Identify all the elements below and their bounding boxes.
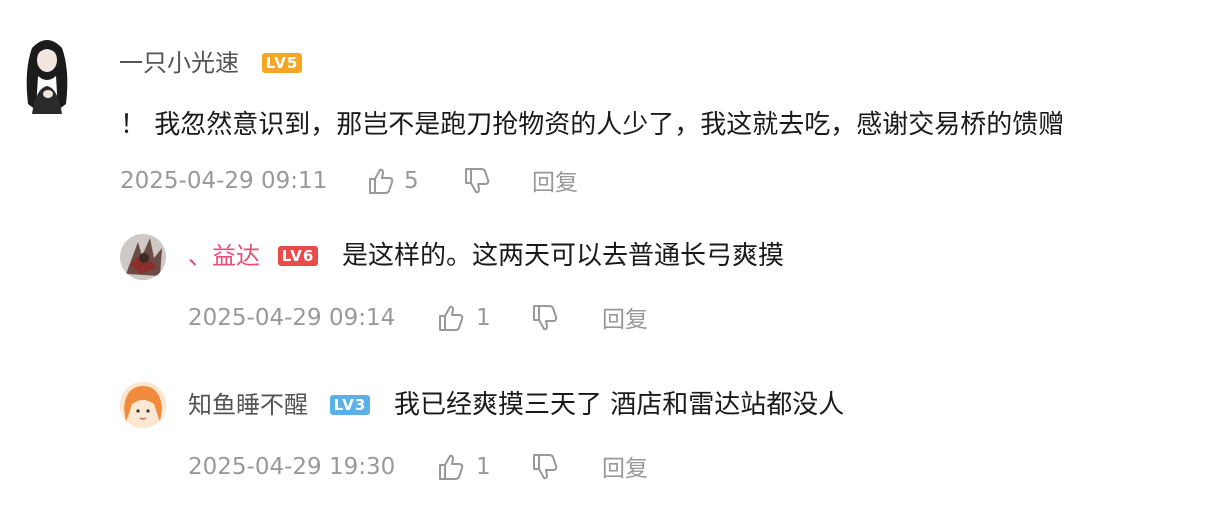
level-badge: LV5 (262, 53, 302, 73)
thumbs-down-icon[interactable] (530, 452, 560, 482)
username[interactable]: 、益达 (188, 241, 260, 271)
thumbs-down-icon[interactable] (462, 166, 492, 196)
avatar[interactable] (18, 30, 76, 114)
level-badge: LV3 (330, 395, 370, 415)
level-badge: LV6 (278, 246, 318, 266)
reply-text: 我已经爽摸三天了 酒店和雷达站都没人 (394, 390, 845, 420)
timestamp: 2025-04-29 09:11 (120, 168, 328, 194)
reply-button[interactable]: 回复 (602, 305, 648, 335)
reply-text: 是这样的。这两天可以去普通长弓爽摸 (342, 241, 785, 271)
avatar[interactable] (120, 234, 166, 280)
thumbs-down-icon[interactable] (530, 303, 560, 333)
timestamp: 2025-04-29 19:30 (188, 454, 396, 480)
comment-thread: 一只小光速 LV5 ！ 我忽然意识到，那岂不是跑刀抢物资的人少了，我这就去吃，感… (0, 0, 1228, 518)
thumbs-up-icon[interactable] (436, 303, 466, 333)
thumbs-up-icon[interactable] (436, 452, 466, 482)
reply-button[interactable]: 回复 (532, 168, 578, 198)
username[interactable]: 知鱼睡不醒 (188, 390, 308, 420)
username[interactable]: 一只小光速 (119, 48, 239, 78)
avatar[interactable] (120, 382, 166, 428)
reply-button[interactable]: 回复 (602, 454, 648, 484)
comment-text: ！ 我忽然意识到，那岂不是跑刀抢物资的人少了，我这就去吃，感谢交易桥的馈赠 (120, 110, 1065, 140)
thumbs-up-icon[interactable] (366, 166, 396, 196)
timestamp: 2025-04-29 09:14 (188, 305, 396, 331)
like-count: 1 (476, 305, 491, 331)
like-count: 1 (476, 454, 491, 480)
like-count: 5 (404, 168, 419, 194)
